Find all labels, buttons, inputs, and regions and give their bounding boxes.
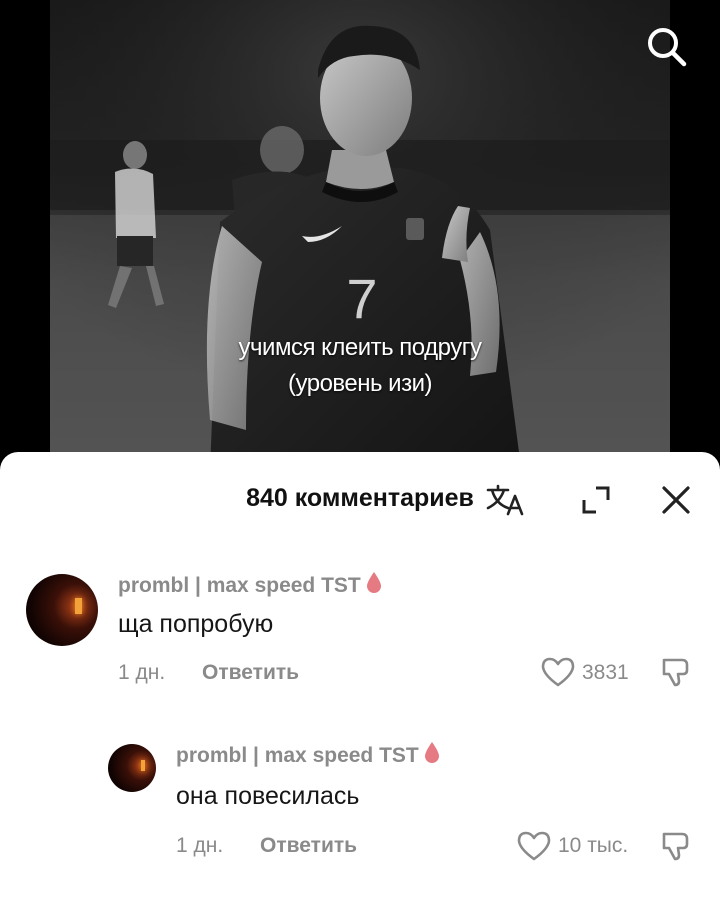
reply-button[interactable]: Ответить (260, 834, 357, 858)
search-icon (648, 28, 687, 67)
comment-text: ща попробую (118, 610, 274, 638)
avatar[interactable] (26, 574, 98, 646)
expand-icon[interactable] (578, 482, 614, 518)
search-button[interactable] (644, 24, 690, 70)
heart-icon[interactable] (540, 656, 576, 688)
heart-icon[interactable] (516, 830, 552, 862)
username-text[interactable]: prombl | max speed TST (176, 744, 419, 767)
like-count: 10 тыс. (558, 834, 629, 857)
comment-time: 1 дн. (176, 834, 224, 857)
reply-button[interactable]: Ответить (202, 661, 299, 685)
comment-time: 1 дн. (118, 661, 166, 684)
video-scene: 7 (50, 0, 670, 470)
video-frame: 7 (50, 0, 670, 470)
dislike-icon[interactable] (660, 830, 692, 862)
comment-text: она повесилась (176, 782, 360, 810)
blood-drop-icon (424, 742, 439, 763)
jersey-number: 7 (346, 267, 377, 330)
dislike-icon[interactable] (660, 656, 692, 688)
comments-sheet: 840 комментариев prombl | max speed TST … (0, 452, 720, 904)
comment-username[interactable]: prombl | max speed TST (176, 740, 441, 768)
like-count: 3831 (582, 661, 629, 684)
avatar[interactable] (108, 744, 156, 792)
video-caption-line-1: учимся клеить подругу (238, 334, 482, 361)
blood-drop-icon (366, 572, 381, 593)
translate-icon[interactable] (484, 480, 528, 518)
username-text[interactable]: prombl | max speed TST (118, 574, 361, 597)
comment-username[interactable]: prombl | max speed TST (118, 570, 383, 598)
close-icon[interactable] (658, 482, 694, 518)
video-player[interactable]: 7 учимся клеить подругу (уровень изи) (0, 0, 720, 470)
video-caption-line-2: (уровень изи) (288, 370, 432, 397)
